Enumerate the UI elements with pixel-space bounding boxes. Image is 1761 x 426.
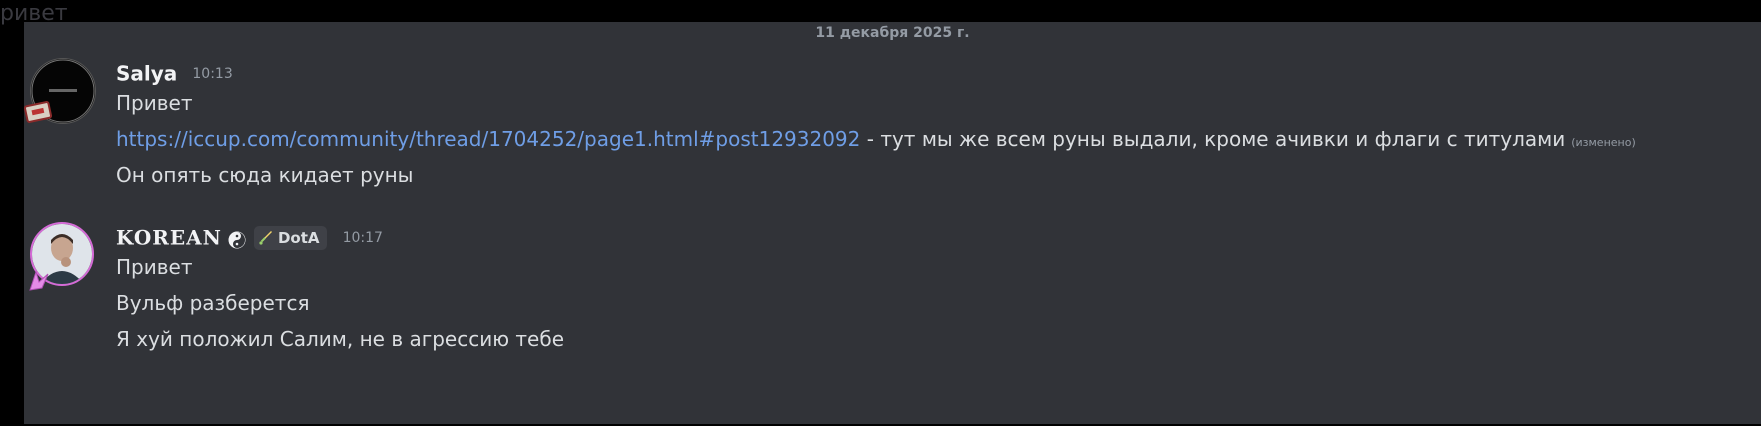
message-line-3: Он опять сюда кидает руны <box>116 163 414 187</box>
avatar-decoration-icon <box>24 100 54 124</box>
thread-link[interactable]: https://iccup.com/community/thread/17042… <box>116 127 860 151</box>
yin-yang-icon <box>228 229 246 248</box>
role-tag-label: DotA <box>277 228 320 247</box>
message-line-2-text: - тут мы же всем руны выдали, кроме ачив… <box>860 127 1566 151</box>
role-tag-dota[interactable]: DotA <box>253 225 328 250</box>
message-line-1: Привет <box>116 255 193 279</box>
message-header: Salya 10:13 <box>116 58 233 88</box>
message-timestamp[interactable]: 10:13 <box>192 66 232 82</box>
chat-panel: 11 декабря 2025 г. Salya 10:13 Привет ht… <box>24 22 1761 424</box>
username-korean[interactable]: KOREAN <box>116 226 222 250</box>
edited-label: (изменено) <box>1571 136 1636 149</box>
message-line-2: Вульф разберется <box>116 291 310 315</box>
username-salya[interactable]: Salya <box>116 62 177 86</box>
avatar-decoration-icon <box>24 268 54 292</box>
message-timestamp[interactable]: 10:17 <box>343 230 383 246</box>
message-line-3: Я хуй положил Салим, не в агрессию тебе <box>116 327 564 351</box>
sword-icon <box>259 231 272 245</box>
message-line-1: Привет <box>116 91 193 115</box>
message-header: KOREAN DotA 10:17 <box>116 222 383 252</box>
message-korean: KOREAN DotA 10:17 Привет Вульф разберетс… <box>24 202 1761 424</box>
message-line-2: https://iccup.com/community/thread/17042… <box>116 124 1636 158</box>
message-salya: Salya 10:13 Привет https://iccup.com/com… <box>24 22 1761 202</box>
